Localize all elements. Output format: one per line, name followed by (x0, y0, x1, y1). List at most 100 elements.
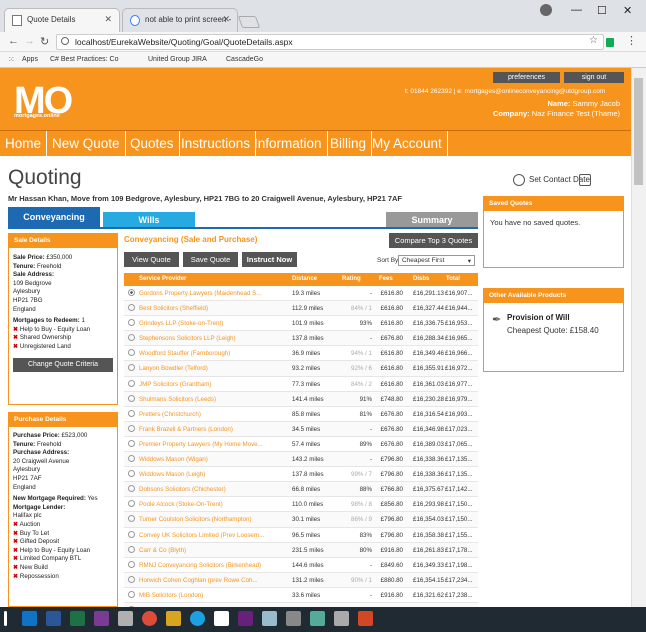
col-provider[interactable]: Service Provider (139, 276, 186, 282)
provider-cell[interactable]: Frank Brazell & Partners (London) (139, 426, 279, 433)
onenote-icon[interactable] (94, 611, 109, 626)
table-row[interactable]: Carr & Co (Blyth) 231.5 miles 80% £916.80 £1… (124, 542, 478, 558)
select-radio[interactable] (128, 590, 135, 598)
provider-cell[interactable]: JMP Solicitors (Grantham) (139, 381, 279, 388)
nav-my-account[interactable]: My Account (367, 131, 448, 157)
app-icon[interactable] (286, 611, 301, 626)
extension-icon[interactable] (606, 38, 614, 47)
view-quote-button[interactable]: View Quote (124, 252, 179, 267)
app-icon[interactable] (118, 611, 133, 626)
provider-cell[interactable]: Horwich Cohen Coghlan (prev Rowe Coh... (139, 577, 279, 584)
provider-cell[interactable]: Premier Property Lawyers (My Home Move..… (139, 441, 279, 448)
change-quote-criteria-button[interactable]: Change Quote Criteria (13, 357, 113, 372)
powerpoint-icon[interactable] (358, 611, 373, 626)
app-icon[interactable] (214, 611, 229, 626)
reload-icon[interactable]: ↻ (40, 35, 49, 48)
close-tab-icon[interactable]: ✕ (104, 14, 112, 25)
contact-date-icon[interactable] (513, 174, 525, 186)
table-row[interactable]: Lanyon Bowdler (Telford) 93.2 miles 92% / … (124, 361, 478, 377)
select-radio[interactable] (128, 319, 135, 327)
col-fees[interactable]: Fees (379, 276, 393, 282)
select-radio[interactable] (128, 515, 135, 523)
url-input[interactable]: localhost/EurekaWebsite/Quoting/Goal/Quo… (56, 34, 604, 50)
select-radio[interactable] (128, 379, 135, 387)
table-row[interactable]: Grindeys LLP (Stoke-on-Trent) 101.9 miles… (124, 316, 478, 332)
select-radio[interactable] (128, 334, 135, 342)
tab-conveyancing[interactable]: Conveyancing (8, 207, 100, 227)
select-radio[interactable] (128, 304, 135, 312)
start-icon[interactable] (4, 611, 7, 626)
provider-cell[interactable]: RMNJ Conveyancing Solicitors (Birkenhead… (139, 562, 279, 569)
chrome-icon[interactable] (142, 611, 157, 626)
table-row[interactable]: Stephensons Solicitors LLP (Leigh) 137.8 … (124, 331, 478, 347)
bookmark-csharp[interactable]: C# Best Practices: Co (50, 56, 118, 63)
instruct-now-button[interactable]: Instruct Now (242, 252, 297, 267)
browser-tab-active[interactable]: Quote Details ✕ (4, 8, 120, 32)
scrollbar-thumb[interactable] (634, 78, 643, 185)
nav-home[interactable]: Home (0, 131, 48, 157)
provider-cell[interactable]: Best Solicitors (Sheffield) (139, 305, 279, 312)
profile-icon[interactable] (540, 4, 552, 16)
app-icon[interactable] (262, 611, 277, 626)
select-radio[interactable] (128, 289, 135, 296)
nav-information[interactable]: Information (249, 131, 328, 157)
select-radio[interactable] (128, 409, 135, 417)
col-distance[interactable]: Distance (292, 276, 317, 282)
info-icon[interactable] (61, 37, 69, 45)
select-radio[interactable] (128, 470, 135, 478)
app-icon[interactable] (334, 611, 349, 626)
save-quote-button[interactable]: Save Quote (183, 252, 238, 267)
visual-studio-icon[interactable] (238, 611, 253, 626)
maximize-icon[interactable]: ☐ (597, 4, 607, 17)
nav-new-quote[interactable]: New Quote (47, 131, 126, 157)
table-row[interactable]: Frank Brazell & Partners (London) 34.5 mi… (124, 421, 478, 437)
select-radio[interactable] (128, 500, 135, 508)
compare-top3-button[interactable]: Compare Top 3 Quotes (389, 233, 478, 248)
close-window-icon[interactable]: ✕ (623, 4, 632, 17)
close-tab-icon[interactable]: ✕ (222, 14, 230, 25)
select-radio[interactable] (128, 439, 135, 447)
select-radio[interactable] (128, 455, 135, 463)
select-radio[interactable] (128, 364, 135, 372)
minimize-icon[interactable]: — (571, 4, 582, 16)
table-row[interactable]: Premier Property Lawyers (My Home Move..… (124, 437, 478, 453)
provider-cell[interactable]: Widdows Mason (Wigan) (139, 456, 279, 463)
provider-cell[interactable]: Turner Coulston Solicitors (Northampton) (139, 516, 279, 523)
product-name[interactable]: Provision of Will (507, 313, 570, 322)
app-icon[interactable] (310, 611, 325, 626)
provider-cell[interactable]: Pretlers (Christchurch) (139, 411, 279, 418)
table-row[interactable]: Woodford Stauffer (Farnborough) 36.9 mile… (124, 346, 478, 362)
table-row[interactable]: Pretlers (Christchurch) 85.8 miles 81% £676… (124, 407, 478, 422)
table-row[interactable]: Convey UK Solicitors Limited (Prev Loose… (124, 528, 478, 543)
excel-icon[interactable] (70, 611, 85, 626)
select-radio[interactable] (128, 560, 135, 568)
select-radio[interactable] (128, 575, 135, 583)
select-radio[interactable] (128, 424, 135, 432)
table-row[interactable]: MIB Solicitors (London) 33.6 miles - £916.8… (124, 588, 478, 603)
table-row[interactable]: Turner Coulston Solicitors (Northampton)… (124, 512, 478, 528)
ie-icon[interactable] (190, 611, 205, 626)
select-radio[interactable] (128, 545, 135, 553)
col-total[interactable]: Total (446, 276, 460, 282)
select-radio[interactable] (128, 349, 135, 357)
bookmark-apps[interactable]: Apps (22, 56, 38, 63)
col-disbs[interactable]: Disbs (413, 276, 429, 282)
word-icon[interactable] (46, 611, 61, 626)
provider-cell[interactable]: Carr & Co (Blyth) (139, 547, 279, 554)
provider-cell[interactable]: Grindeys LLP (Stoke-on-Trent) (139, 320, 279, 327)
table-row[interactable]: Gordons Property Lawyers (Maidenhead S..… (124, 286, 478, 302)
table-row[interactable]: Shulmans Solicitors (Leeds) 141.4 miles 91… (124, 391, 478, 407)
explorer-icon[interactable] (166, 611, 181, 626)
bookmark-cascadego[interactable]: CascadeGo (226, 56, 263, 63)
nav-billing[interactable]: Billing (325, 131, 373, 157)
table-row[interactable]: Dobsons Solicitors (Chichester) 66.8 mile… (124, 482, 478, 498)
forward-icon[interactable]: → (24, 35, 35, 47)
provider-cell[interactable]: MIB Solicitors (London) (139, 592, 279, 599)
nav-instructions[interactable]: Instructions (176, 131, 257, 157)
apps-icon[interactable]: ⁙ (8, 55, 15, 64)
provider-cell[interactable]: Convey UK Solicitors Limited (Prev Loose… (139, 532, 279, 539)
nav-quotes[interactable]: Quotes (125, 131, 180, 157)
sign-out-button[interactable]: sign out (564, 72, 624, 83)
provider-cell[interactable]: Stephensons Solicitors LLP (Leigh) (139, 335, 279, 342)
provider-cell[interactable]: Lanyon Bowdler (Telford) (139, 365, 279, 372)
